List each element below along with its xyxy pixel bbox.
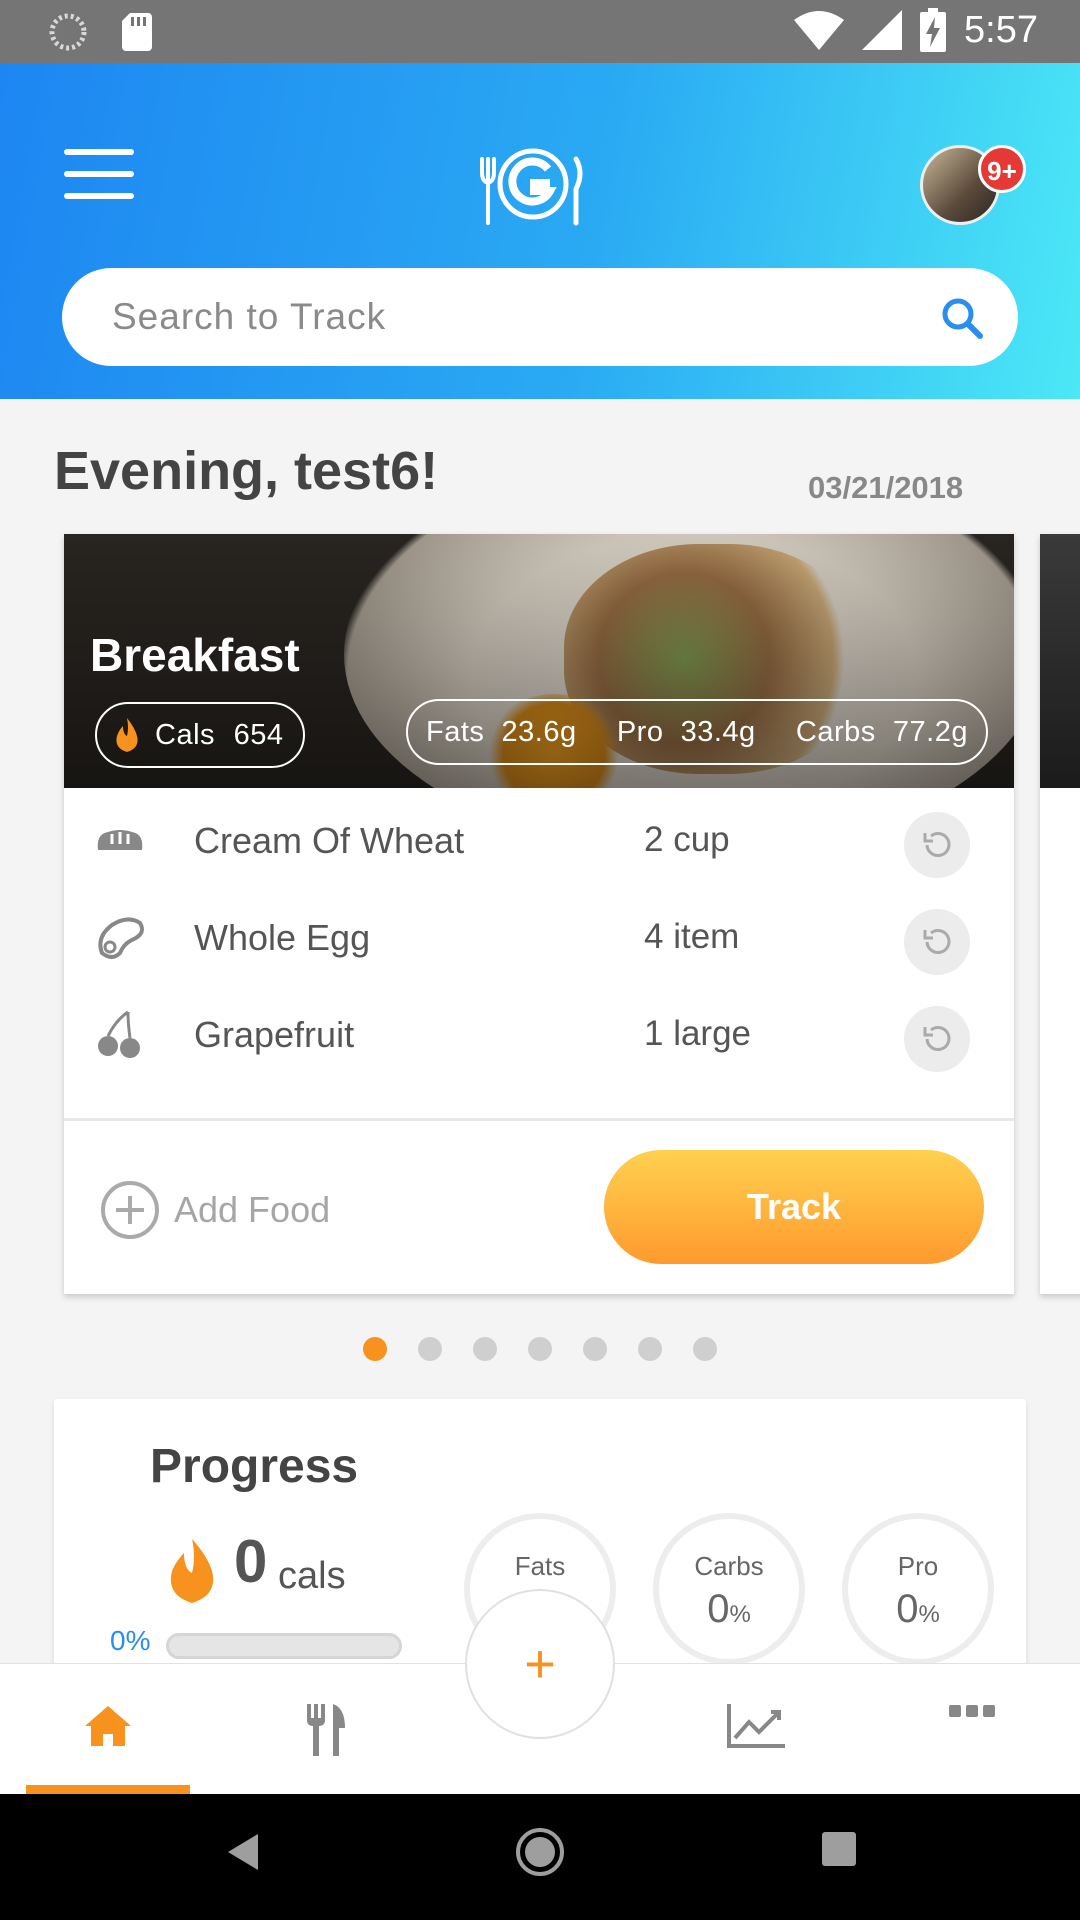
cals-value: 654 xyxy=(233,718,284,751)
list-item[interactable]: Whole Egg 4 item xyxy=(64,889,1014,985)
carbs-ring: Carbs 0% xyxy=(653,1513,805,1665)
search-icon[interactable] xyxy=(940,296,984,340)
nav-meals[interactable] xyxy=(245,1664,405,1795)
carbs-label: Carbs xyxy=(795,715,876,748)
nav-home[interactable] xyxy=(28,1664,188,1795)
pager-dots xyxy=(363,1337,717,1361)
carbs-ring-label: Carbs xyxy=(694,1551,764,1581)
fats-label: Fats xyxy=(426,715,485,748)
undo-icon xyxy=(923,929,951,954)
meal-photo: Breakfast Cals 654 Fats 23.6g Pro 33.4g … xyxy=(64,534,1014,788)
divider xyxy=(64,1118,1014,1121)
calories-value: 0 xyxy=(234,1528,268,1595)
steak-icon xyxy=(98,917,144,959)
pro-label: Pro xyxy=(616,715,664,748)
pager-dot[interactable] xyxy=(638,1337,662,1361)
pro-ring-unit: % xyxy=(918,1601,940,1628)
food-qty: 1 large xyxy=(644,1014,752,1053)
meal-title: Breakfast xyxy=(90,629,300,681)
recents-icon[interactable] xyxy=(822,1832,856,1866)
nav-stats[interactable] xyxy=(675,1664,835,1795)
clock: 5:57 xyxy=(964,8,1038,51)
calories-pill: Cals 654 xyxy=(95,702,305,768)
system-nav-bar xyxy=(0,1794,1080,1920)
spinner-icon xyxy=(49,13,87,51)
utensils-icon xyxy=(307,1704,345,1756)
carbs-value: 77.2g xyxy=(892,715,968,748)
pro-value: 33.4g xyxy=(680,715,756,748)
calories-progress-bar xyxy=(166,1633,402,1659)
pager-dot[interactable] xyxy=(473,1337,497,1361)
flame-icon xyxy=(116,718,138,752)
app-logo xyxy=(480,148,583,226)
calories-percent: 0% xyxy=(110,1625,151,1656)
chart-line-icon xyxy=(727,1704,785,1748)
app-header: 9+ xyxy=(0,63,1080,399)
undo-icon xyxy=(923,832,951,857)
pro-ring: Pro 0% xyxy=(842,1513,994,1665)
nav-more[interactable] xyxy=(892,1664,1052,1795)
pager-dot[interactable] xyxy=(418,1337,442,1361)
menu-icon[interactable] xyxy=(64,149,134,201)
pager-dot[interactable] xyxy=(528,1337,552,1361)
undo-button[interactable] xyxy=(904,1006,970,1072)
next-meal-card[interactable] xyxy=(1040,534,1080,1294)
current-date: 03/21/2018 xyxy=(808,470,964,505)
search-bar[interactable] xyxy=(62,268,1018,366)
notification-badge[interactable]: 9+ xyxy=(978,145,1026,193)
carbs-ring-value: 0 xyxy=(707,1587,730,1631)
food-name: Whole Egg xyxy=(194,917,371,958)
home-button-icon[interactable] xyxy=(514,1826,566,1878)
list-item[interactable]: Cream Of Wheat 2 cup xyxy=(64,792,1014,888)
status-bar: 5:57 xyxy=(0,0,1080,63)
undo-icon xyxy=(923,1026,951,1051)
wifi-icon xyxy=(794,11,845,50)
fats-ring-label: Fats xyxy=(514,1551,566,1581)
home-icon xyxy=(85,1706,131,1746)
calories-unit: cals xyxy=(278,1555,346,1597)
battery-charging-icon xyxy=(920,8,947,52)
food-qty: 4 item xyxy=(644,917,740,956)
greeting-title: Evening, test6! xyxy=(54,441,439,501)
food-name: Cream Of Wheat xyxy=(194,820,465,861)
food-name: Grapefruit xyxy=(194,1014,355,1055)
more-icon xyxy=(949,1705,995,1717)
pager-dot-active[interactable] xyxy=(363,1337,387,1361)
plus-circle-icon xyxy=(101,1181,159,1239)
meal-card[interactable]: Breakfast Cals 654 Fats 23.6g Pro 33.4g … xyxy=(64,534,1014,1294)
undo-button[interactable] xyxy=(904,909,970,975)
search-input[interactable] xyxy=(112,288,892,346)
pro-ring-value: 0 xyxy=(896,1587,919,1631)
add-food-label: Add Food xyxy=(174,1189,331,1230)
cellular-icon xyxy=(862,10,903,50)
pager-dot[interactable] xyxy=(583,1337,607,1361)
add-fab-button[interactable]: + xyxy=(465,1589,615,1739)
add-food-button[interactable]: Add Food xyxy=(100,1180,330,1240)
food-qty: 2 cup xyxy=(644,820,730,859)
cherries-icon xyxy=(98,1010,140,1058)
progress-title: Progress xyxy=(150,1440,359,1493)
macros-pill: Fats 23.6g Pro 33.4g Carbs 77.2g xyxy=(406,699,988,765)
sd-card-icon xyxy=(122,13,152,51)
bread-icon xyxy=(97,830,143,850)
pro-ring-label: Pro xyxy=(897,1551,939,1581)
list-item[interactable]: Grapefruit 1 large xyxy=(64,986,1014,1082)
carbs-ring-unit: % xyxy=(729,1601,751,1628)
undo-button[interactable] xyxy=(904,812,970,878)
back-icon[interactable] xyxy=(226,1832,260,1872)
cals-label: Cals xyxy=(155,718,216,751)
flame-icon xyxy=(170,1539,214,1603)
track-button[interactable]: Track xyxy=(604,1150,984,1264)
pager-dot[interactable] xyxy=(693,1337,717,1361)
fats-value: 23.6g xyxy=(501,715,577,748)
